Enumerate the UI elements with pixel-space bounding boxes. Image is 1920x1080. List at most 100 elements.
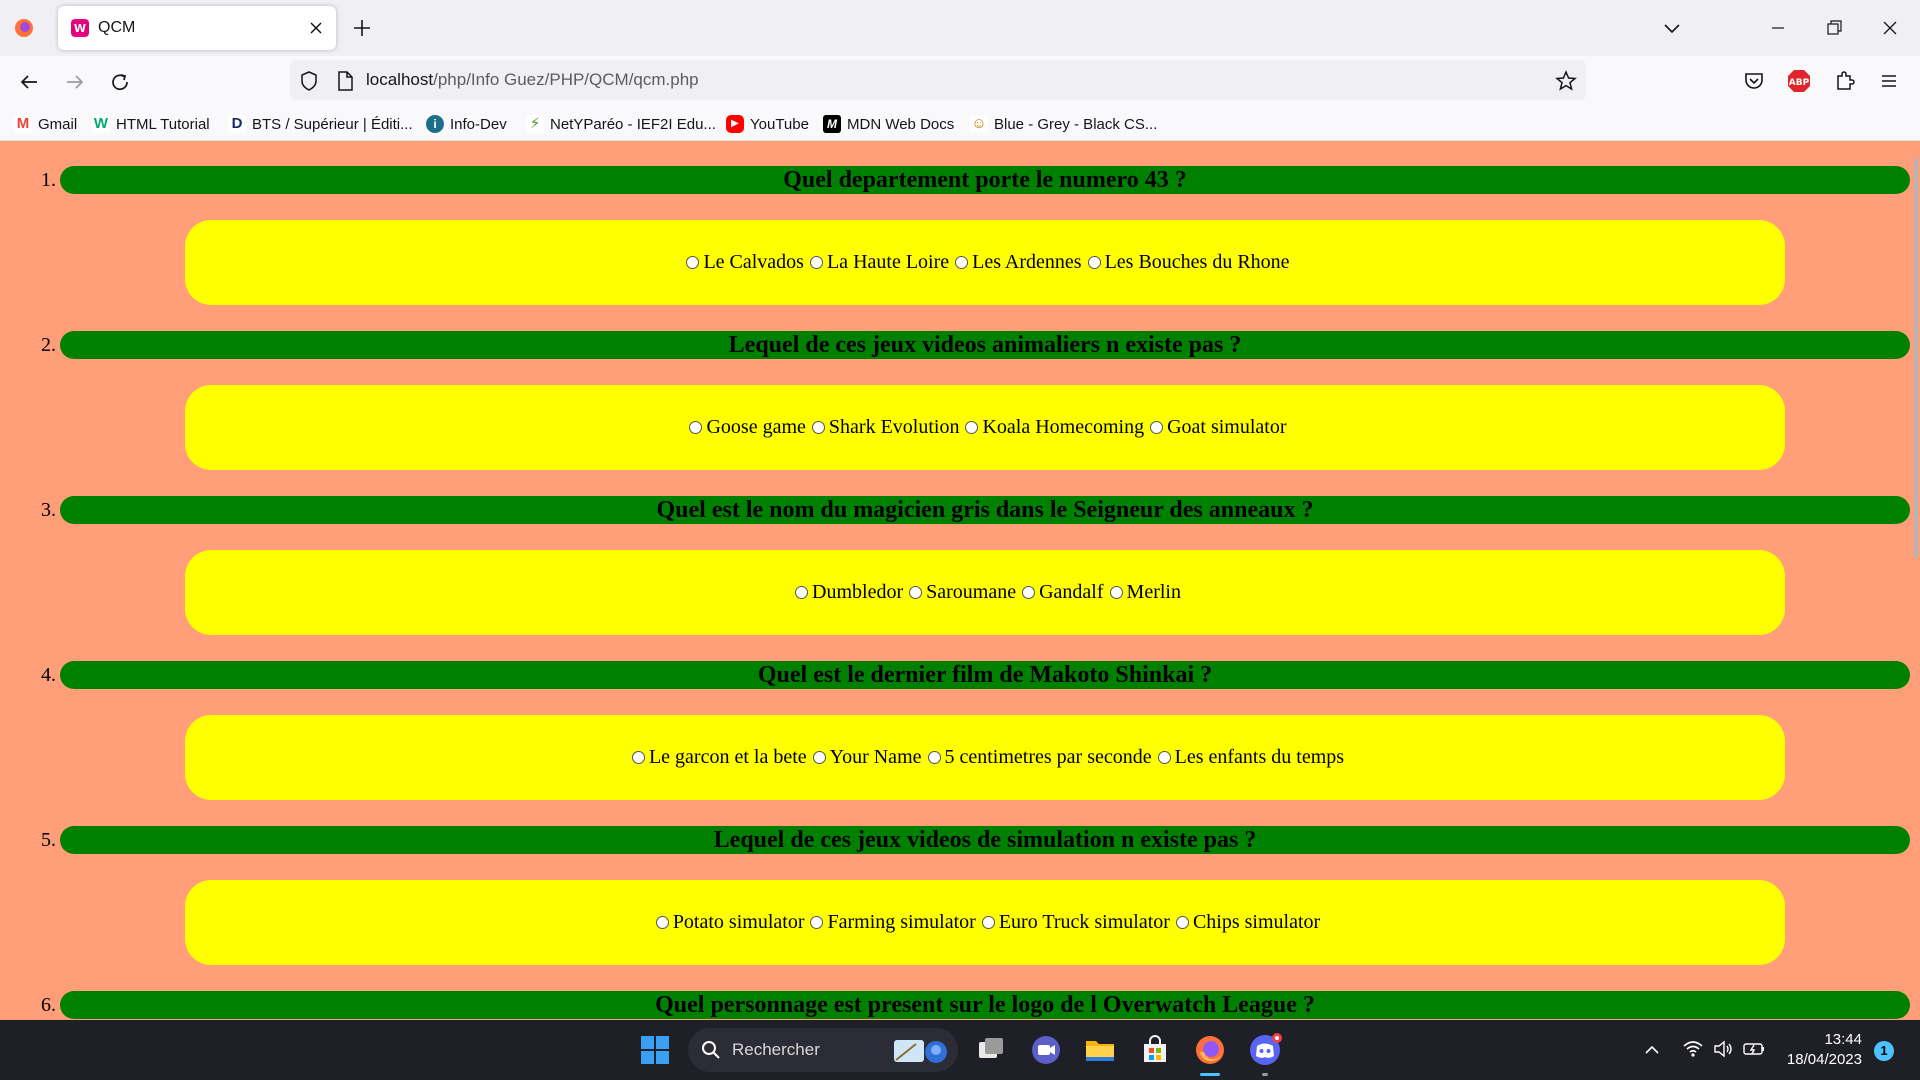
chevron-down-icon[interactable]: [1660, 16, 1684, 40]
shield-icon[interactable]: [298, 70, 320, 92]
address-bar[interactable]: localhost/php/Info Guez/PHP/QCM/qcm.php: [290, 60, 1586, 100]
answer-option[interactable]: Farming simulator: [804, 911, 976, 934]
radio-button[interactable]: [1157, 751, 1171, 764]
tab-qcm[interactable]: W QCM: [58, 6, 336, 50]
firefox-view-icon[interactable]: [12, 16, 36, 40]
answer-options: Potato simulator Farming simulator Euro …: [185, 880, 1785, 965]
radio-button[interactable]: [1022, 586, 1036, 599]
radio-button[interactable]: [811, 421, 825, 434]
close-tab-icon[interactable]: [306, 18, 326, 38]
bookmark-label: Blue - Grey - Black CS...: [994, 115, 1158, 133]
bookmark-netypareo[interactable]: ⚡ NetYParéo - IEF2I Edu...: [526, 113, 716, 135]
radio-button[interactable]: [927, 751, 941, 764]
radio-button[interactable]: [812, 751, 826, 764]
chevron-up-icon[interactable]: [1642, 1040, 1662, 1060]
answer-option[interactable]: Euro Truck simulator: [976, 911, 1170, 934]
bookmarks-toolbar: M Gmail W HTML Tutorial D BTS / Supérieu…: [0, 108, 1920, 141]
url-path: /php/Info Guez/PHP/QCM/qcm.php: [433, 70, 699, 89]
radio-button[interactable]: [1150, 421, 1164, 434]
radio-button[interactable]: [795, 586, 809, 599]
microsoft-store-icon[interactable]: [1137, 1032, 1173, 1068]
notification-badge[interactable]: 1: [1874, 1041, 1894, 1061]
question-number: 4.: [41, 664, 56, 686]
minimize-icon[interactable]: [1764, 14, 1792, 42]
answer-option[interactable]: Koala Homecoming: [959, 416, 1144, 439]
answer-option[interactable]: La Haute Loire: [804, 251, 949, 274]
running-app-indicator: [1262, 1073, 1268, 1076]
radio-button[interactable]: [809, 256, 823, 269]
bookmark-label: YouTube: [750, 115, 809, 133]
radio-button[interactable]: [1175, 916, 1189, 929]
url-text[interactable]: localhost/php/Info Guez/PHP/QCM/qcm.php: [366, 70, 699, 90]
battery-charging-icon[interactable]: [1742, 1038, 1766, 1060]
answer-option[interactable]: Dumbledor: [789, 581, 903, 604]
pocket-icon[interactable]: [1741, 68, 1767, 94]
answer-option[interactable]: Goat simulator: [1144, 416, 1287, 439]
bookmark-star-icon[interactable]: [1554, 69, 1578, 93]
answer-option[interactable]: 5 centimetres par seconde: [922, 746, 1152, 769]
close-window-icon[interactable]: [1876, 14, 1904, 42]
bookmark-blue-grey-black[interactable]: ☺ Blue - Grey - Black CS...: [970, 113, 1157, 135]
answer-option[interactable]: Chips simulator: [1170, 911, 1320, 934]
answer-option[interactable]: Goose game: [683, 416, 806, 439]
answer-option[interactable]: Les Bouches du Rhone: [1082, 251, 1290, 274]
answer-option[interactable]: Shark Evolution: [806, 416, 960, 439]
menu-hamburger-icon[interactable]: [1876, 68, 1902, 94]
radio-button[interactable]: [686, 256, 700, 269]
radio-button[interactable]: [965, 421, 979, 434]
firefox-icon[interactable]: [1192, 1032, 1228, 1068]
scrollbar-thumb[interactable]: [1914, 158, 1918, 558]
info-dev-icon: i: [426, 115, 444, 133]
adblock-plus-icon[interactable]: ABP: [1786, 68, 1812, 94]
answer-option[interactable]: Les enfants du temps: [1152, 746, 1344, 769]
bookmark-info-dev[interactable]: i Info-Dev: [426, 113, 507, 135]
file-explorer-icon[interactable]: [1082, 1032, 1118, 1068]
answer-option[interactable]: Le garcon et la bete: [626, 746, 807, 769]
radio-button[interactable]: [955, 256, 969, 269]
bookmark-youtube[interactable]: ▶ YouTube: [726, 113, 809, 135]
page-info-icon[interactable]: [334, 70, 356, 92]
video-call-icon[interactable]: [1028, 1032, 1064, 1068]
bookmark-mdn[interactable]: M MDN Web Docs: [823, 113, 954, 135]
question-number: 1.: [41, 169, 56, 191]
radio-button[interactable]: [810, 916, 824, 929]
windows-start-icon[interactable]: [637, 1032, 673, 1068]
answer-option[interactable]: Saroumane: [903, 581, 1016, 604]
answer-option[interactable]: Les Ardennes: [949, 251, 1082, 274]
answer-option[interactable]: Your Name: [807, 746, 922, 769]
radio-button[interactable]: [909, 586, 923, 599]
bookmark-html-tutorial[interactable]: W HTML Tutorial: [92, 113, 210, 135]
answer-option[interactable]: Gandalf: [1016, 581, 1104, 604]
reload-icon[interactable]: [106, 68, 134, 96]
answer-option[interactable]: Potato simulator: [650, 911, 804, 934]
discord-icon[interactable]: [1247, 1032, 1283, 1068]
system-clock[interactable]: 13:44 18/04/2023: [1776, 1030, 1862, 1070]
restore-icon[interactable]: [1820, 14, 1848, 42]
forward-arrow-icon[interactable]: [61, 68, 89, 96]
bookmark-gmail[interactable]: M Gmail: [14, 113, 77, 135]
task-view-icon[interactable]: [973, 1032, 1009, 1068]
back-arrow-icon[interactable]: [15, 68, 43, 96]
new-tab-icon[interactable]: [350, 16, 374, 40]
volume-icon[interactable]: [1712, 1038, 1734, 1060]
radio-button[interactable]: [981, 916, 995, 929]
answer-option[interactable]: Le Calvados: [680, 251, 804, 274]
tab-bar: W QCM: [0, 0, 1920, 56]
answer-options: Le garcon et la bete Your Name 5 centime…: [185, 715, 1785, 800]
option-label: Goat simulator: [1167, 416, 1287, 438]
option-label: Shark Evolution: [828, 416, 960, 438]
extensions-puzzle-icon[interactable]: [1832, 68, 1858, 94]
bookmark-label: NetYParéo - IEF2I Edu...: [550, 115, 716, 133]
answer-option[interactable]: Merlin: [1104, 581, 1181, 604]
bookmark-bts-superieur[interactable]: D BTS / Supérieur | Éditi...: [228, 113, 413, 135]
radio-button[interactable]: [1109, 586, 1123, 599]
svg-text:W: W: [74, 22, 86, 35]
radio-button[interactable]: [689, 421, 703, 434]
radio-button[interactable]: [631, 751, 645, 764]
option-label: Le Calvados: [703, 251, 804, 273]
radio-button[interactable]: [1087, 256, 1101, 269]
youtube-icon: ▶: [726, 115, 744, 133]
taskbar-search[interactable]: Rechercher: [688, 1028, 958, 1072]
wifi-icon[interactable]: [1682, 1038, 1704, 1060]
radio-button[interactable]: [655, 916, 669, 929]
